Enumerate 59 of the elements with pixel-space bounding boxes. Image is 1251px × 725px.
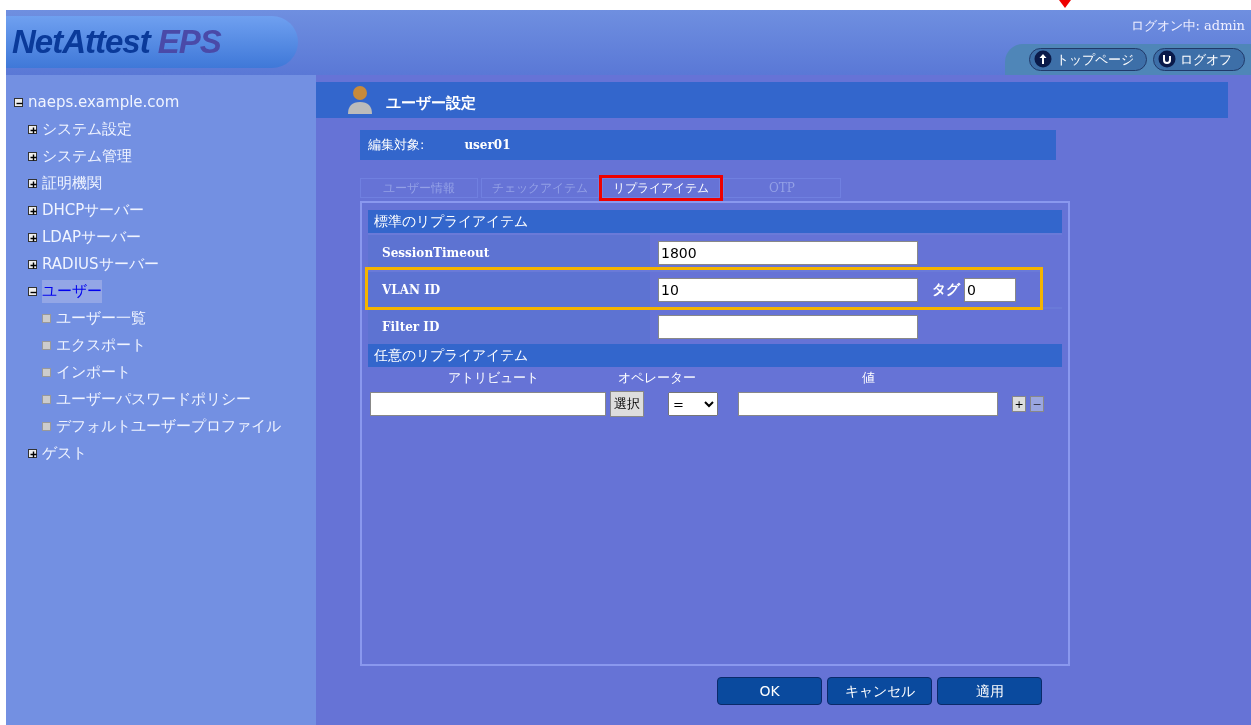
pointer-arrow-icon bbox=[1059, 0, 1071, 8]
add-button[interactable]: + bbox=[1012, 396, 1026, 412]
top-page-button[interactable]: トップページ bbox=[1029, 47, 1147, 71]
tree-item[interactable]: インポート bbox=[56, 361, 131, 384]
login-status: ログオン中: admin bbox=[1130, 17, 1246, 35]
expand-toggle[interactable] bbox=[28, 125, 37, 134]
tag-label: タグ bbox=[932, 280, 960, 299]
expand-toggle[interactable] bbox=[28, 287, 37, 296]
tree-item[interactable]: システム設定 bbox=[42, 118, 132, 141]
tree-item[interactable]: 証明機関 bbox=[42, 172, 102, 195]
page-title: ユーザー設定 bbox=[386, 92, 476, 114]
leaf-icon bbox=[42, 341, 51, 350]
tab[interactable]: リプライアイテム bbox=[602, 178, 720, 198]
action-button[interactable]: キャンセル bbox=[827, 677, 932, 705]
expand-toggle[interactable] bbox=[28, 449, 37, 458]
leaf-icon bbox=[42, 314, 51, 323]
tree-item[interactable]: システム管理 bbox=[42, 145, 132, 168]
input-field[interactable] bbox=[738, 392, 998, 416]
action-button[interactable]: OK bbox=[717, 677, 822, 705]
input-field[interactable]: 1800 bbox=[658, 240, 918, 265]
operator-dropdown[interactable]: = bbox=[668, 392, 718, 416]
expand-toggle[interactable] bbox=[28, 152, 37, 161]
column-header: オペレーター bbox=[618, 370, 696, 386]
leaf-icon bbox=[42, 368, 51, 377]
expand-toggle[interactable] bbox=[28, 260, 37, 269]
field-label: VLAN ID bbox=[368, 272, 650, 307]
tree-item[interactable]: エクスポート bbox=[56, 334, 146, 357]
tree-item[interactable]: デフォルトユーザープロファイル bbox=[56, 415, 281, 438]
edit-target-value: user01 bbox=[464, 137, 511, 154]
column-header: 値 bbox=[861, 370, 875, 386]
tree-item[interactable]: ユーザー bbox=[42, 280, 102, 303]
tree-item[interactable]: LDAPサーバー bbox=[42, 226, 141, 249]
edit-target-label: 編集対象: bbox=[368, 136, 425, 155]
expand-toggle[interactable] bbox=[28, 206, 37, 215]
select-button[interactable]: 選択 bbox=[610, 391, 644, 417]
input-field[interactable]: 0 bbox=[964, 277, 1016, 302]
action-button[interactable]: 適用 bbox=[937, 677, 1042, 705]
logoff-button[interactable]: ログオフ bbox=[1153, 47, 1245, 71]
expand-toggle[interactable] bbox=[28, 233, 37, 242]
tree-item[interactable]: ユーザーパスワードポリシー bbox=[56, 388, 251, 411]
expand-toggle[interactable] bbox=[14, 98, 23, 107]
section-header: 任意のリプライアイテム bbox=[368, 344, 1062, 367]
leaf-icon bbox=[42, 422, 51, 431]
tree-item[interactable]: naeps.example.com bbox=[28, 91, 180, 114]
logo: NetAttest EPS bbox=[6, 16, 298, 68]
column-header: アトリビュート bbox=[447, 370, 539, 386]
tree-item[interactable]: ユーザー一覧 bbox=[56, 307, 146, 330]
input-field[interactable] bbox=[370, 392, 606, 416]
field-label: Filter ID bbox=[368, 309, 650, 344]
remove-button[interactable]: − bbox=[1030, 396, 1044, 412]
user-icon bbox=[346, 84, 374, 114]
section-header: 標準のリプライアイテム bbox=[368, 210, 1062, 233]
input-field[interactable] bbox=[658, 314, 918, 339]
tree-item[interactable]: DHCPサーバー bbox=[42, 199, 145, 222]
leaf-icon bbox=[42, 395, 51, 404]
tree-item[interactable]: ゲスト bbox=[42, 442, 87, 465]
input-field[interactable]: 10 bbox=[658, 277, 918, 302]
tree-item[interactable]: RADIUSサーバー bbox=[42, 253, 159, 276]
expand-toggle[interactable] bbox=[28, 179, 37, 188]
